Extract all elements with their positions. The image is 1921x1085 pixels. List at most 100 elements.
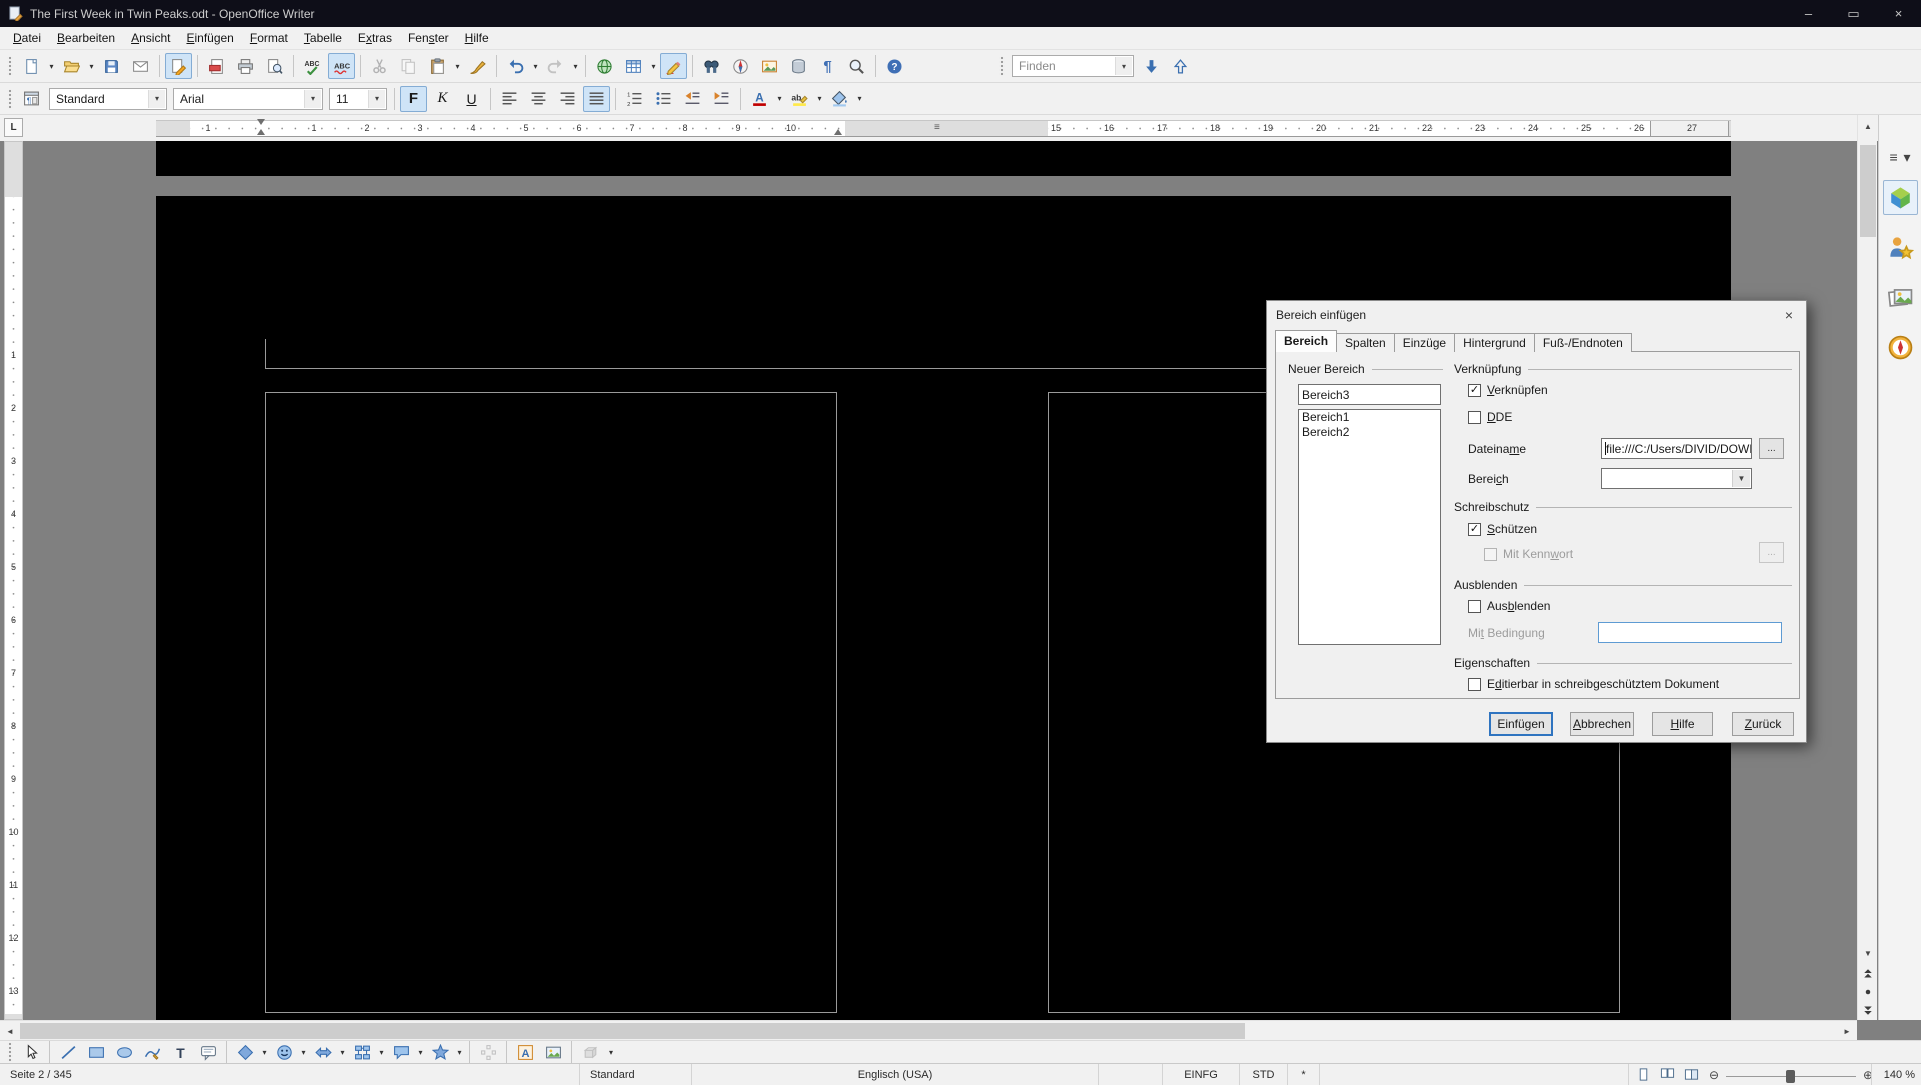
menu-format[interactable]: Format <box>242 28 296 48</box>
paragraph-style-select-dropdown-arrow[interactable]: ▾ <box>148 90 165 108</box>
previous-page-button[interactable] <box>1859 964 1877 982</box>
checkbox-box[interactable] <box>1468 678 1481 691</box>
background-color-button[interactable] <box>826 86 853 112</box>
vertical-scrollbar[interactable]: ▲ ▼ <box>1857 115 1877 1020</box>
underline-button[interactable]: U <box>458 86 485 112</box>
undo-button[interactable] <box>502 53 529 79</box>
stars-button[interactable] <box>427 1042 453 1063</box>
line-button[interactable] <box>55 1042 81 1063</box>
table-button[interactable] <box>620 53 647 79</box>
horizontal-scrollbar-thumb[interactable] <box>20 1023 1245 1039</box>
menu-hilfe[interactable]: Hilfe <box>457 28 497 48</box>
increase-indent-button[interactable] <box>708 86 735 112</box>
menu-tabelle[interactable]: Tabelle <box>296 28 350 48</box>
zoom-slider-thumb[interactable] <box>1786 1070 1795 1083</box>
hide-checkbox-row[interactable]: Ausblenden <box>1468 599 1550 613</box>
paste-button[interactable] <box>424 53 451 79</box>
right-indent-marker[interactable] <box>834 129 842 135</box>
tab-type-selector[interactable]: L <box>4 118 23 137</box>
dde-checkbox-row[interactable]: DDE <box>1468 410 1512 424</box>
multi-page-view-button[interactable] <box>1657 1066 1678 1083</box>
highlighting-button[interactable]: ab <box>786 86 813 112</box>
section-list-item[interactable]: Bereich2 <box>1299 425 1440 440</box>
next-page-button[interactable] <box>1859 1002 1877 1020</box>
redo-dropdown[interactable]: ▾ <box>570 53 581 79</box>
editable-checkbox-row[interactable]: Editierbar in schreibgeschütztem Dokumen… <box>1468 677 1719 691</box>
left-indent-marker[interactable] <box>257 129 265 135</box>
tab-spalten[interactable]: Spalten <box>1336 333 1395 352</box>
section-name-input[interactable]: Bereich3 <box>1298 384 1441 405</box>
text-callout-button[interactable] <box>195 1042 221 1063</box>
basic-shapes-dropdown[interactable]: ▾ <box>259 1039 270 1065</box>
navigation-button[interactable] <box>1859 983 1877 1001</box>
formatting-marks-button[interactable]: ¶ <box>814 53 841 79</box>
edit-mode-button[interactable] <box>165 53 192 79</box>
column-separator-icon[interactable]: ≡ <box>934 122 940 133</box>
sidebar-properties[interactable] <box>1883 180 1918 215</box>
vertical-scrollbar-thumb[interactable] <box>1860 145 1876 237</box>
hyperlink-button[interactable] <box>591 53 618 79</box>
format-paintbrush-button[interactable] <box>464 53 491 79</box>
zoom-button[interactable] <box>843 53 870 79</box>
block-arrows-button[interactable] <box>310 1042 336 1063</box>
flowchart-button[interactable] <box>349 1042 375 1063</box>
checkbox-box[interactable]: ✓ <box>1468 523 1481 536</box>
first-line-indent-marker[interactable] <box>257 119 265 125</box>
maximize-button[interactable]: ▭ <box>1831 0 1876 27</box>
export-pdf-button[interactable] <box>203 53 230 79</box>
menu-einfugen[interactable]: Einfügen <box>178 28 241 48</box>
menu-bearbeiten[interactable]: Bearbeiten <box>49 28 123 48</box>
auto-spellcheck-button[interactable]: ABC <box>328 53 355 79</box>
align-left-button[interactable] <box>496 86 523 112</box>
paste-dropdown[interactable]: ▾ <box>452 53 463 79</box>
align-center-button[interactable] <box>525 86 552 112</box>
flowchart-dropdown[interactable]: ▾ <box>376 1039 387 1065</box>
ordered-list-button[interactable]: 12 <box>621 86 648 112</box>
menu-ansicht[interactable]: Ansicht <box>123 28 178 48</box>
save-button[interactable] <box>98 53 125 79</box>
page-preview-button[interactable] <box>261 53 288 79</box>
scroll-up-button[interactable]: ▲ <box>1859 117 1877 135</box>
font-name-select-dropdown-arrow[interactable]: ▾ <box>304 90 321 108</box>
checkbox-box[interactable] <box>1468 600 1481 613</box>
link-checkbox-row[interactable]: ✓Verknüpfen <box>1468 383 1548 397</box>
vertical-ruler[interactable]: 12345678910111213 <box>4 141 23 1020</box>
text-button[interactable]: T <box>167 1042 193 1063</box>
bold-button[interactable]: F <box>400 86 427 112</box>
bullet-list-button[interactable] <box>650 86 677 112</box>
scroll-right-button[interactable]: ► <box>1838 1022 1856 1040</box>
einfugen-button[interactable]: Einfügen <box>1489 712 1553 736</box>
scroll-left-button[interactable]: ◄ <box>1 1022 19 1040</box>
section-select[interactable]: ▼ <box>1601 468 1752 489</box>
tab-fuss-endnoten[interactable]: Fuß-/Endnoten <box>1534 333 1632 352</box>
stars-dropdown[interactable]: ▾ <box>454 1039 465 1065</box>
background-color-dropdown[interactable]: ▾ <box>854 86 865 112</box>
menu-fenster[interactable]: Fenster <box>400 28 457 48</box>
rectangle-button[interactable] <box>83 1042 109 1063</box>
select-button[interactable] <box>18 1042 44 1063</box>
minimize-button[interactable]: – <box>1786 0 1831 27</box>
justify-button[interactable] <box>583 86 610 112</box>
decrease-indent-button[interactable] <box>679 86 706 112</box>
email-button[interactable] <box>127 53 154 79</box>
menu-datei[interactable]: Datei <box>5 28 49 48</box>
tab-einzuge[interactable]: Einzüge <box>1394 333 1455 352</box>
block-arrows-dropdown[interactable]: ▾ <box>337 1039 348 1065</box>
condition-input[interactable] <box>1598 622 1782 643</box>
modified-flag[interactable]: * <box>1288 1064 1320 1085</box>
filename-input[interactable]: file:///C:/Users/DIVID/DOWN <box>1601 438 1752 459</box>
font-color-dropdown[interactable]: ▾ <box>774 86 785 112</box>
sidebar-navigator[interactable] <box>1883 330 1918 365</box>
checkbox-box[interactable] <box>1468 411 1481 424</box>
ellipse-button[interactable] <box>111 1042 137 1063</box>
font-color-button[interactable]: A <box>746 86 773 112</box>
open-button[interactable] <box>58 53 85 79</box>
styles-pane-button[interactable]: ¶ <box>18 86 45 112</box>
font-size-select[interactable]: 11▾ <box>329 88 387 110</box>
section-list-item[interactable]: Bereich1 <box>1299 410 1440 425</box>
callout-shapes-button[interactable] <box>388 1042 414 1063</box>
paragraph-style-select[interactable]: Standard▾ <box>49 88 167 110</box>
zuruck-button[interactable]: Zurück <box>1732 712 1794 736</box>
spellcheck-button[interactable]: ABC <box>299 53 326 79</box>
book-view-button[interactable] <box>1681 1066 1702 1083</box>
